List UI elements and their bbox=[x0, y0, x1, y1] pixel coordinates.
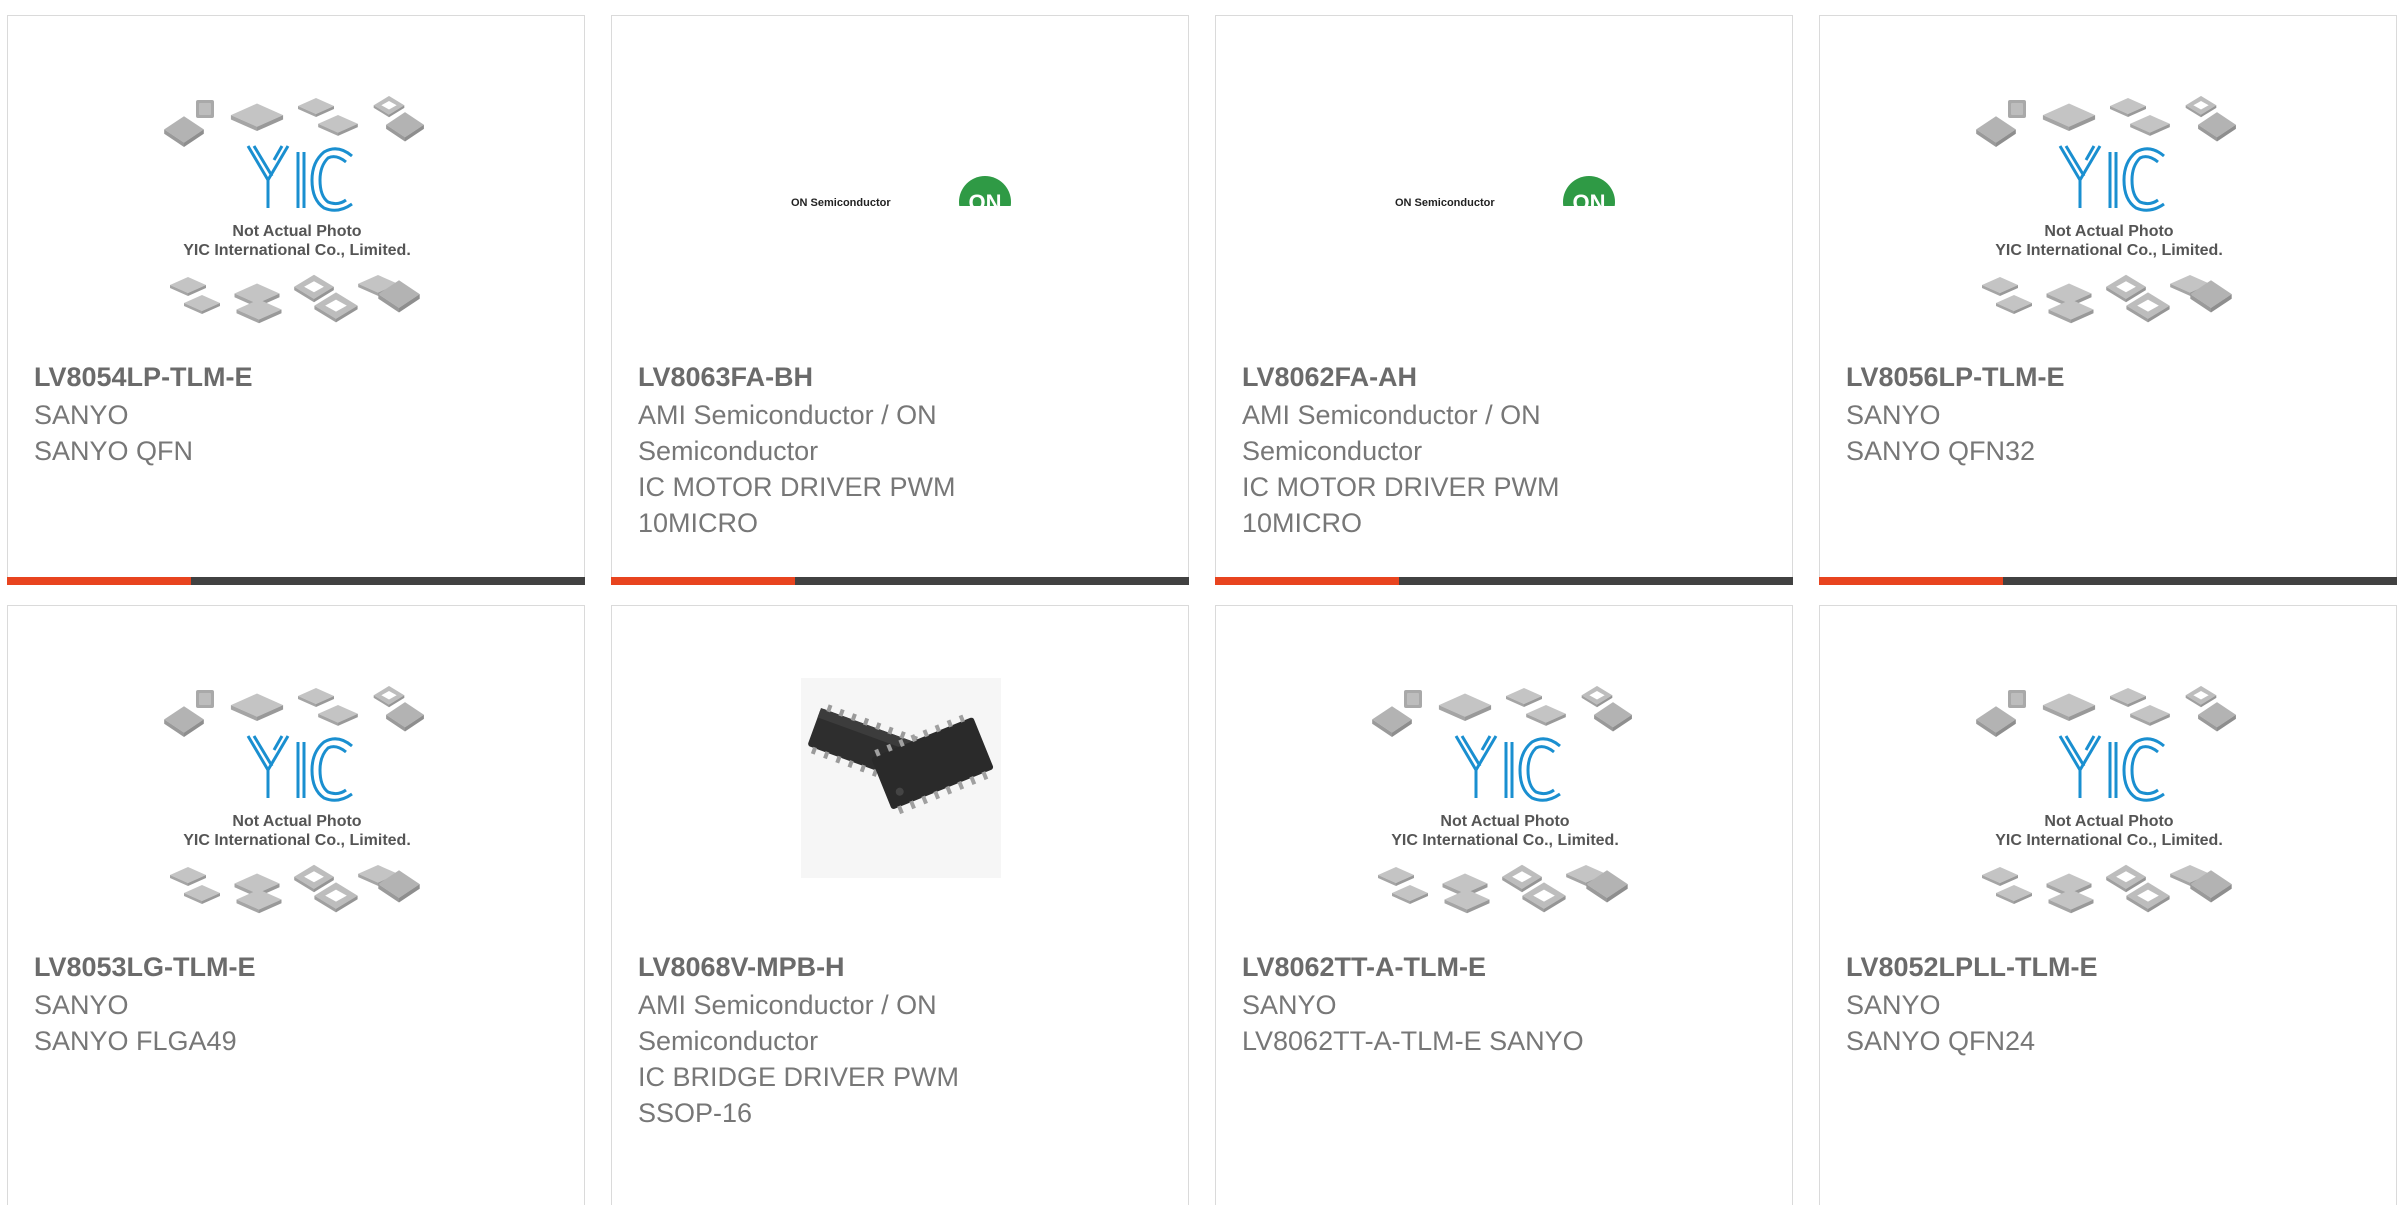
product-card[interactable]: Not Actual Photo YIC International Co., … bbox=[7, 15, 585, 585]
placeholder-line2: YIC International Co., Limited. bbox=[1391, 832, 1619, 849]
description-line2: SSOP-16 bbox=[638, 1098, 753, 1128]
manufacturer-line1: AMI Semiconductor / ON bbox=[638, 990, 937, 1020]
manufacturer-line1: AMI Semiconductor / ON bbox=[1242, 400, 1541, 430]
product-info: LV8063FA-BH AMI Semiconductor / ON Semic… bbox=[638, 359, 1138, 541]
placeholder-line1: Not Actual Photo bbox=[232, 223, 361, 240]
manufacturer-line2: Semiconductor bbox=[638, 1026, 819, 1056]
placeholder-line1: Not Actual Photo bbox=[1440, 813, 1569, 830]
yic-placeholder-image: Not Actual Photo YIC International Co., … bbox=[1372, 686, 1632, 914]
product-info: LV8054LP-TLM-E SANYO SANYO QFN bbox=[34, 359, 534, 469]
description-line1: IC MOTOR DRIVER PWM bbox=[1242, 472, 1560, 502]
description: SANYO QFN bbox=[34, 436, 194, 466]
product-image[interactable]: ON Semiconductor ON bbox=[1216, 96, 1794, 364]
on-semiconductor-logo: ON Semiconductor ON bbox=[791, 176, 1011, 206]
manufacturer: SANYO bbox=[34, 400, 129, 430]
on-badge-label: ON bbox=[1573, 190, 1606, 206]
product-card[interactable]: LV8068V-MPB-H AMI Semiconductor / ON Sem… bbox=[611, 605, 1189, 1205]
product-image[interactable]: Not Actual Photo YIC International Co., … bbox=[1216, 686, 1794, 954]
on-semiconductor-logo: ON Semiconductor ON bbox=[1395, 176, 1615, 206]
on-badge-label: ON bbox=[969, 190, 1002, 206]
product-card[interactable]: Not Actual Photo YIC International Co., … bbox=[1819, 15, 2397, 585]
yic-placeholder-image: Not Actual Photo YIC International Co., … bbox=[164, 96, 424, 324]
placeholder-line1: Not Actual Photo bbox=[232, 813, 361, 830]
product-image[interactable]: Not Actual Photo YIC International Co., … bbox=[8, 96, 586, 364]
manufacturer-line2: Semiconductor bbox=[1242, 436, 1423, 466]
part-number-link[interactable]: LV8062FA-AH bbox=[1242, 359, 1742, 395]
on-wordmark: ON Semiconductor bbox=[791, 197, 891, 206]
yic-logo-icon bbox=[246, 145, 353, 212]
part-number-link[interactable]: LV8054LP-TLM-E bbox=[34, 359, 534, 395]
manufacturer: SANYO bbox=[1846, 400, 1941, 430]
product-info: LV8062FA-AH AMI Semiconductor / ON Semic… bbox=[1242, 359, 1742, 541]
product-image[interactable] bbox=[612, 678, 1190, 946]
card-accent-bar bbox=[1819, 577, 2397, 585]
manufacturer: SANYO bbox=[34, 990, 129, 1020]
description-line2: 10MICRO bbox=[638, 508, 759, 538]
product-image[interactable]: Not Actual Photo YIC International Co., … bbox=[8, 686, 586, 954]
product-image[interactable]: ON Semiconductor ON bbox=[612, 96, 1190, 364]
product-card[interactable]: ON Semiconductor ON LV8062FA-AH AMI Semi… bbox=[1215, 15, 1793, 585]
on-wordmark: ON Semiconductor bbox=[1395, 197, 1495, 206]
part-number-link[interactable]: LV8052LPLL-TLM-E bbox=[1846, 949, 2346, 985]
product-info: LV8053LG-TLM-E SANYO SANYO FLGA49 bbox=[34, 949, 534, 1059]
product-info: LV8052LPLL-TLM-E SANYO SANYO QFN24 bbox=[1846, 949, 2346, 1059]
description: LV8062TT-A-TLM-E SANYO bbox=[1242, 1026, 1584, 1056]
manufacturer-line2: Semiconductor bbox=[638, 436, 819, 466]
placeholder-line2: YIC International Co., Limited. bbox=[183, 242, 411, 259]
manufacturer: SANYO bbox=[1242, 990, 1337, 1020]
product-image[interactable]: Not Actual Photo YIC International Co., … bbox=[1820, 96, 2398, 364]
yic-placeholder-image: Not Actual Photo YIC International Co., … bbox=[1976, 686, 2236, 914]
yic-logo-icon bbox=[1454, 735, 1561, 802]
description: SANYO QFN32 bbox=[1846, 436, 2036, 466]
card-accent-bar bbox=[7, 577, 585, 585]
product-info: LV8062TT-A-TLM-E SANYO LV8062TT-A-TLM-E … bbox=[1242, 949, 1742, 1059]
product-card[interactable]: Not Actual Photo YIC International Co., … bbox=[7, 605, 585, 1205]
description-line2: 10MICRO bbox=[1242, 508, 1363, 538]
product-info: LV8056LP-TLM-E SANYO SANYO QFN32 bbox=[1846, 359, 2346, 469]
description: SANYO FLGA49 bbox=[34, 1026, 237, 1056]
ssop16-chip-photo bbox=[801, 678, 1001, 878]
product-image[interactable]: Not Actual Photo YIC International Co., … bbox=[1820, 686, 2398, 954]
product-card[interactable]: ON Semiconductor ON LV8063FA-BH AMI Semi… bbox=[611, 15, 1189, 585]
yic-placeholder-image: Not Actual Photo YIC International Co., … bbox=[164, 686, 424, 914]
placeholder-line2: YIC International Co., Limited. bbox=[1995, 832, 2223, 849]
product-info: LV8068V-MPB-H AMI Semiconductor / ON Sem… bbox=[638, 949, 1138, 1131]
yic-logo-icon bbox=[2058, 145, 2165, 212]
part-number-link[interactable]: LV8053LG-TLM-E bbox=[34, 949, 534, 985]
yic-logo-icon bbox=[246, 735, 353, 802]
placeholder-line2: YIC International Co., Limited. bbox=[183, 832, 411, 849]
part-number-link[interactable]: LV8063FA-BH bbox=[638, 359, 1138, 395]
manufacturer-line1: AMI Semiconductor / ON bbox=[638, 400, 937, 430]
part-number-link[interactable]: LV8062TT-A-TLM-E bbox=[1242, 949, 1742, 985]
yic-placeholder-image: Not Actual Photo YIC International Co., … bbox=[1976, 96, 2236, 324]
placeholder-line1: Not Actual Photo bbox=[2044, 223, 2173, 240]
placeholder-line1: Not Actual Photo bbox=[2044, 813, 2173, 830]
description-line1: IC BRIDGE DRIVER PWM bbox=[638, 1062, 960, 1092]
yic-logo-icon bbox=[2058, 735, 2165, 802]
card-accent-bar bbox=[1215, 577, 1793, 585]
product-card[interactable]: Not Actual Photo YIC International Co., … bbox=[1215, 605, 1793, 1205]
product-card[interactable]: Not Actual Photo YIC International Co., … bbox=[1819, 605, 2397, 1205]
manufacturer: SANYO bbox=[1846, 990, 1941, 1020]
part-number-link[interactable]: LV8056LP-TLM-E bbox=[1846, 359, 2346, 395]
part-number-link[interactable]: LV8068V-MPB-H bbox=[638, 949, 1138, 985]
description: SANYO QFN24 bbox=[1846, 1026, 2036, 1056]
product-grid: Not Actual Photo YIC International Co., … bbox=[0, 0, 2400, 1205]
card-accent-bar bbox=[611, 577, 1189, 585]
description-line1: IC MOTOR DRIVER PWM bbox=[638, 472, 956, 502]
placeholder-line2: YIC International Co., Limited. bbox=[1995, 242, 2223, 259]
